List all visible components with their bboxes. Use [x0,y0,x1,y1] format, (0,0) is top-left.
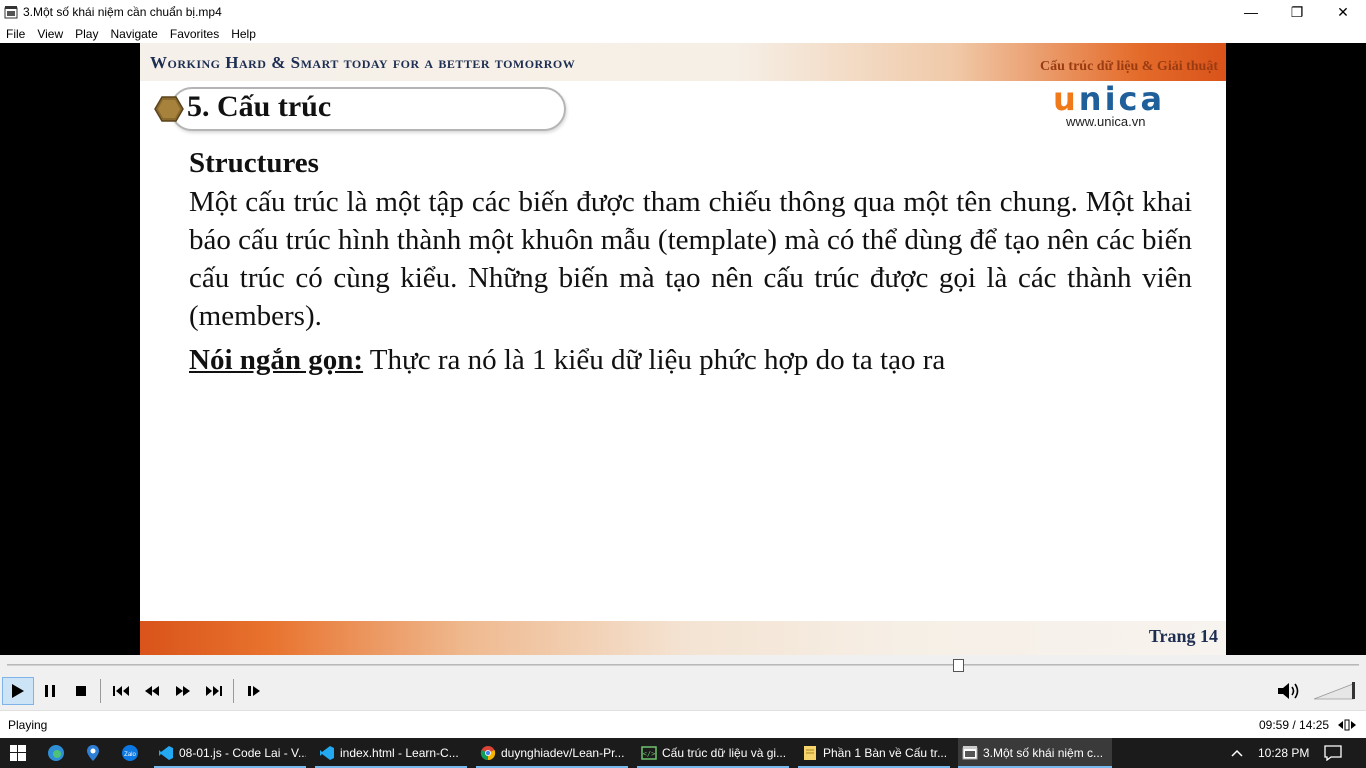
minimize-button[interactable]: — [1228,0,1274,24]
window-title: 3.Một số khái niệm cần chuẩn bị.mp4 [23,5,222,19]
chrome-icon [480,746,496,761]
menu-navigate[interactable]: Navigate [104,27,163,41]
zalo-icon: Zalo [122,745,138,761]
taskbar-app-chrome[interactable]: duynghiadev/Lean-Pr... [476,738,628,768]
previous-button[interactable] [105,676,136,706]
taskbar-app-label: Cấu trúc dữ liệu và gi... [662,746,787,760]
video-area[interactable]: Working Hard & Smart today for a better … [0,43,1366,655]
play-button[interactable] [2,677,34,705]
menu-play[interactable]: Play [69,27,104,41]
slide-motto: Working Hard & Smart today for a better … [150,53,576,72]
frame-step-icon [247,686,260,696]
media-player-icon [962,746,978,760]
menu-file[interactable]: File [0,27,31,41]
next-button[interactable] [198,676,229,706]
pinned-zalo[interactable]: Zalo [112,738,148,768]
summary-text: Thực ra nó là 1 kiểu dữ liệu phức hợp do… [363,344,946,376]
volume-slider[interactable] [1313,680,1361,700]
taskbar-app-label: 3.Một số khái niệm c... [983,746,1104,760]
unica-logo: unica [1053,80,1166,118]
menu-view[interactable]: View [31,27,69,41]
playback-controls [0,655,1366,710]
pause-icon [44,685,55,697]
close-button[interactable]: ✕ [1320,0,1366,24]
title-bar: 3.Một số khái niệm cần chuẩn bị.mp4 — ❐ … [0,0,1366,24]
logo-url: www.unica.vn [1066,114,1146,129]
show-hidden-icons[interactable] [1230,738,1244,768]
slide-footer-band [140,621,1226,655]
slide-page-number: Trang 14 [1148,626,1218,646]
code-icon: </> [641,746,657,760]
skip-next-icon [205,686,222,696]
taskbar-app-label: Phần 1 Bàn về Cấu tr... [823,746,948,760]
taskbar: Zalo 08-01.js - Code Lai - V... index.ht… [0,738,1366,768]
time-display: 09:59 / 14:25 [1259,718,1330,732]
menu-favorites[interactable]: Favorites [164,27,225,41]
slide-frame: Working Hard & Smart today for a better … [140,43,1226,655]
stop-icon [75,686,86,696]
svg-text:Zalo: Zalo [124,752,136,758]
hexagon-bullet-icon [154,96,184,122]
fast-forward-button[interactable] [167,676,198,706]
start-button[interactable] [0,738,36,768]
menu-help[interactable]: Help [225,27,262,41]
status-bar: Playing 09:59 / 14:25 [0,710,1366,738]
slide-summary: Nói ngắn gọn: Thực ra nó là 1 kiểu dữ li… [189,341,1192,379]
clock[interactable]: 10:28 PM [1258,738,1309,768]
notification-icon [1324,745,1342,761]
slide-course-title: Cấu trúc dữ liệu & Giải thuật [1040,59,1218,74]
notification-button[interactable] [1324,738,1342,768]
skip-previous-icon [112,686,129,696]
summary-label: Nói ngắn gọn: [189,344,364,376]
play-icon [12,684,24,698]
vscode-icon [159,746,173,760]
slide-heading: 5. Cấu trúc [187,90,332,123]
menu-bar: File View Play Navigate Favorites Help [0,24,1366,43]
pinned-edge[interactable] [38,738,74,768]
slide-body: Structures Một cấu trúc là một tập các b… [189,147,1192,379]
taskbar-app-label: duynghiadev/Lean-Pr... [501,746,625,760]
edge-icon [48,745,64,761]
volume-icon[interactable] [1276,680,1302,702]
media-player-icon [4,6,18,19]
frame-step-button[interactable] [238,676,269,706]
note-icon [804,746,816,760]
slide-paragraph: Một cấu trúc là một tập các biến được th… [189,186,1192,332]
maximize-button[interactable]: ❐ [1274,0,1320,24]
chevron-up-icon [1231,749,1243,757]
taskbar-app-label: 08-01.js - Code Lai - V... [179,746,306,760]
seek-bar[interactable] [7,664,1359,666]
slide-subheading: Structures [189,147,319,179]
taskbar-app-vscode-2[interactable]: index.html - Learn-C... [315,738,467,768]
separator [233,679,234,703]
location-pin-icon [87,745,99,761]
taskbar-app-label: index.html - Learn-C... [340,746,459,760]
stop-button[interactable] [65,676,96,706]
taskbar-app-vscode-1[interactable]: 08-01.js - Code Lai - V... [154,738,306,768]
playback-status: Playing [8,718,48,732]
seek-thumb[interactable] [952,659,964,672]
pause-button[interactable] [34,676,65,706]
vscode-icon [320,746,334,760]
taskbar-app-code[interactable]: </> Cấu trúc dữ liệu và gi... [637,738,789,768]
rewind-icon [144,686,159,696]
fast-forward-icon [175,686,190,696]
separator [100,679,101,703]
taskbar-app-notes[interactable]: Phần 1 Bàn về Cấu tr... [798,738,950,768]
svg-text:</>: </> [643,750,656,758]
rewind-button[interactable] [136,676,167,706]
aspect-ratio-icon[interactable] [1337,718,1357,732]
windows-icon [10,745,26,761]
taskbar-app-media-player[interactable]: 3.Một số khái niệm c... [958,738,1112,768]
pinned-maps[interactable] [75,738,111,768]
